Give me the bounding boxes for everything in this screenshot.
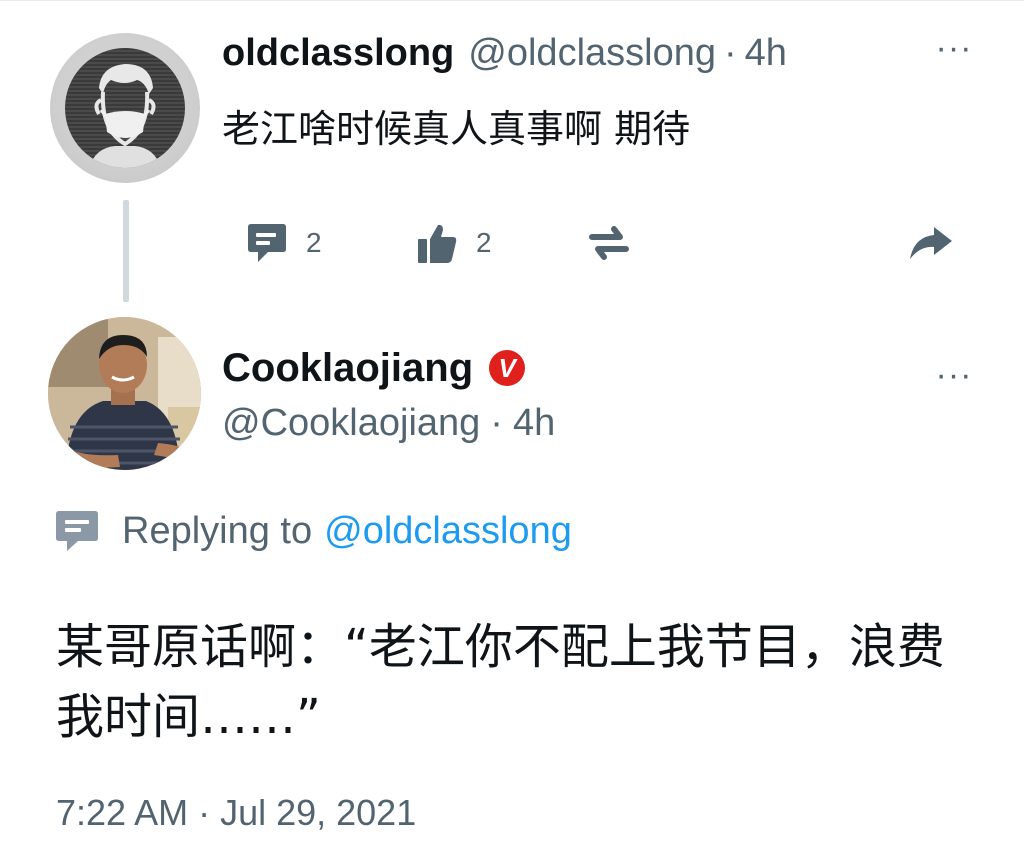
parent-time[interactable]: 4h [745,32,787,75]
like-count: 2 [476,227,492,258]
reply-name-row: Cooklaojiang V [222,342,526,394]
replying-to-handle-link[interactable]: @oldclasslong [324,510,572,553]
reply-handle-row: @Cooklaojiang · 4h [222,402,555,445]
reply-action[interactable]: 2 [246,218,322,268]
reply-handle[interactable]: @Cooklaojiang [222,402,480,445]
share-icon [910,227,952,259]
reply-tweet-text: 某哥原话啊：“老江你不配上我节目，浪费我时间……” [56,619,945,745]
reply-count: 2 [306,227,322,258]
parent-handle[interactable]: @oldclasslong [468,32,716,75]
parent-more-button[interactable]: ··· [930,31,978,68]
reply-separator: · [490,402,503,444]
share-action[interactable] [908,218,954,268]
parent-action-bar: 2 2 [0,218,1024,268]
reply-display-name[interactable]: Cooklaojiang [222,346,473,391]
replying-to-row: Replying to @oldclasslong [54,508,572,554]
parent-separator: · [724,32,737,74]
masked-face-icon [65,48,185,168]
tweet-timestamp[interactable]: 7:22 AM · Jul 29, 2021 [56,792,416,834]
parent-tweet-header: oldclasslong @oldclasslong · 4h [222,32,787,80]
retweet-action[interactable] [588,218,630,268]
top-divider [0,0,1024,1]
parent-tweet-text: 老江啥时候真人真事啊 期待 [222,107,691,151]
reply-time[interactable]: 4h [513,402,555,445]
comment-icon [248,224,286,262]
thumbs-up-icon [418,224,457,263]
parent-display-name[interactable]: oldclasslong [222,32,454,75]
avatar-cooklaojiang[interactable] [48,317,201,470]
like-action[interactable]: 2 [416,218,492,268]
reply-more-button[interactable]: ··· [930,358,978,395]
replying-to-label: Replying to [122,509,313,552]
profile-photo-icon [48,317,201,470]
comment-icon [56,511,98,551]
verified-badge-icon: V [489,350,526,386]
avatar-oldclasslong[interactable] [50,33,200,183]
retweet-icon [589,226,629,260]
